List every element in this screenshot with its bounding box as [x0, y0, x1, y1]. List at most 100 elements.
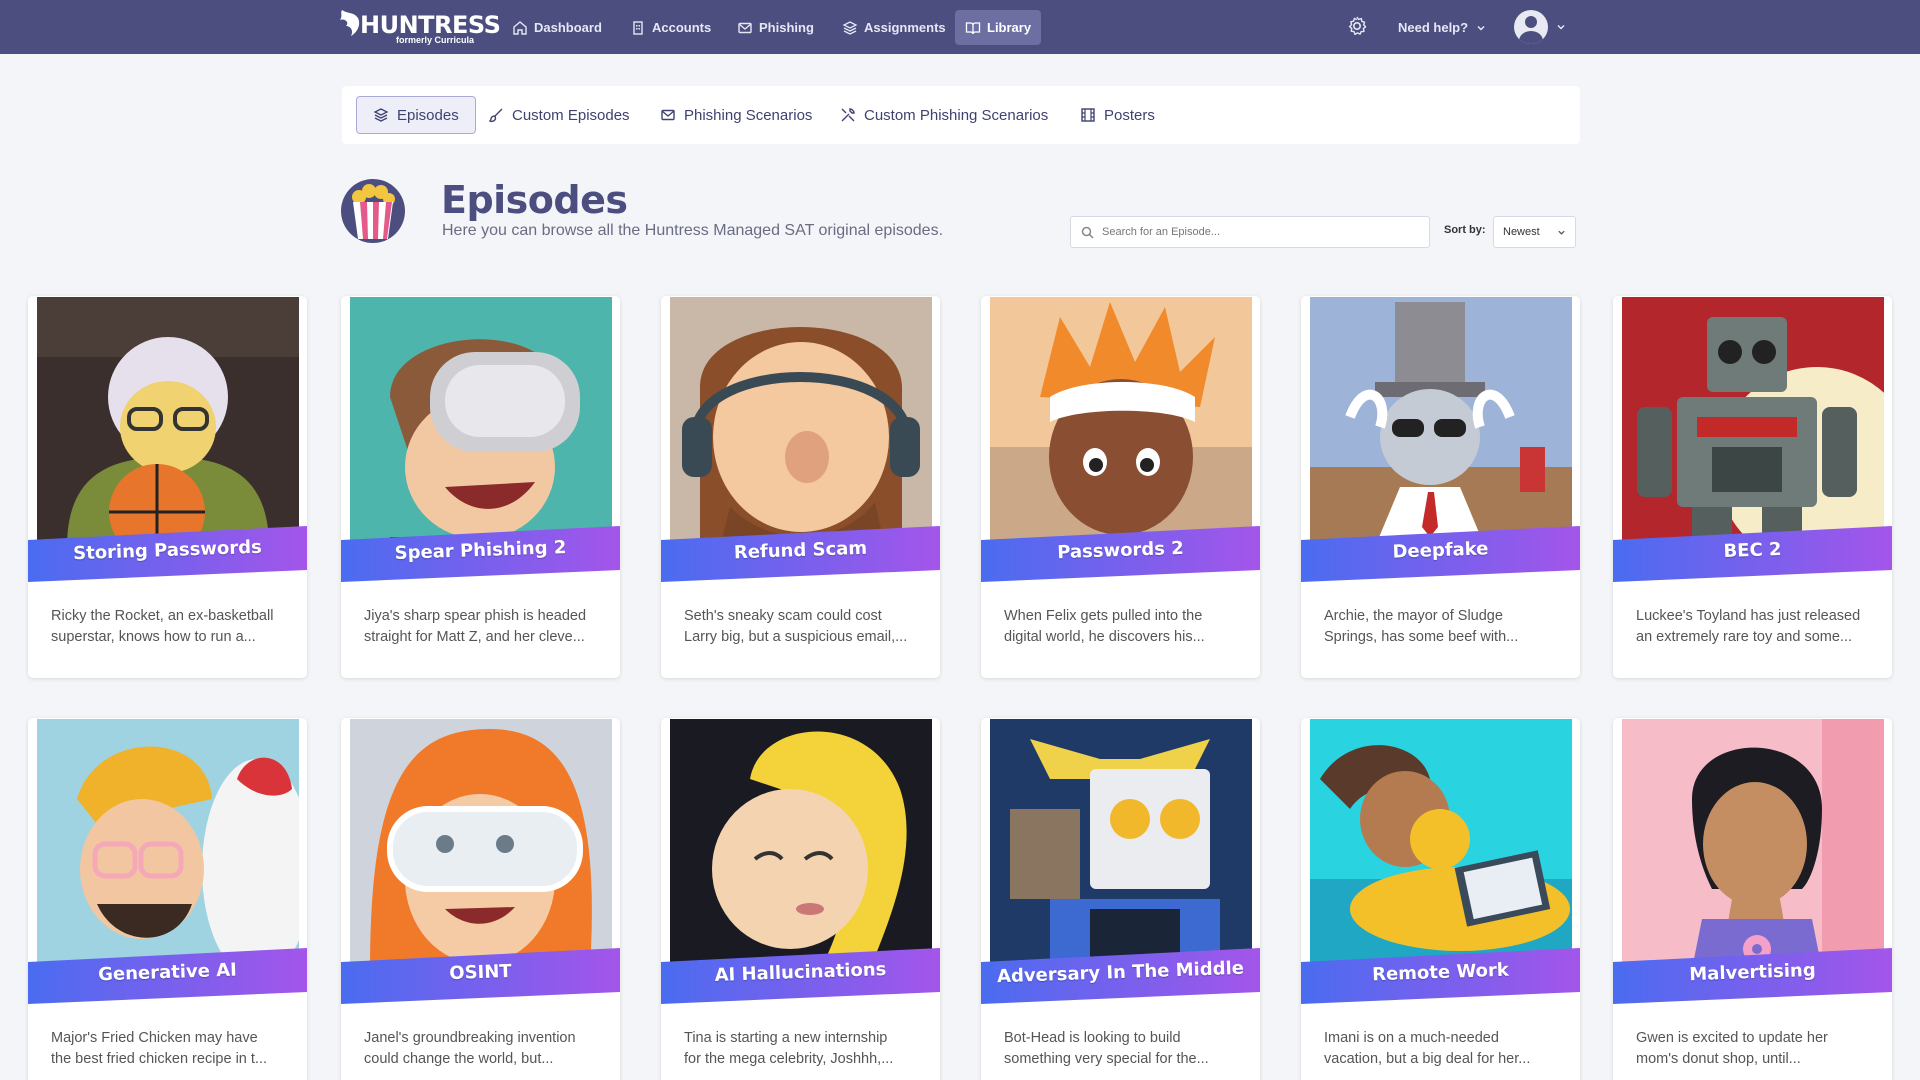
episode-card-refund-scam[interactable]: Refund Scam Seth's sneaky scam could cos… — [661, 296, 940, 678]
episode-description: Ricky the Rocket, an ex-basketball supers… — [51, 608, 274, 645]
episode-description: Seth's sneaky scam could cost Larry big, … — [684, 608, 908, 645]
brand-tagline: formerly Curricula — [396, 35, 475, 45]
episode-ribbon: Storing Passwords — [28, 526, 307, 582]
avatar — [1514, 10, 1548, 44]
library-tabs: Episodes Custom Episodes Phishing Scenar… — [342, 86, 1580, 144]
tab-custom-phishing-scenarios-label: Custom Phishing Scenarios — [864, 106, 1049, 124]
nav-accounts-label: Accounts — [652, 20, 712, 35]
tab-custom-episodes-label: Custom Episodes — [512, 106, 630, 124]
episode-ribbon: Spear Phishing 2 — [341, 526, 620, 582]
page-title: Episodes — [441, 178, 628, 222]
mail-icon — [661, 109, 675, 121]
layers-icon — [373, 108, 389, 122]
episode-ribbon: AI Hallucinations — [661, 948, 940, 1004]
episode-thumbnail — [350, 297, 612, 547]
help-label: Need help? — [1398, 20, 1469, 35]
home-icon — [513, 20, 527, 35]
episode-thumbnail — [670, 297, 932, 547]
episode-description: Luckee's Toyland has just released an ext… — [1636, 608, 1861, 645]
huntress-logo[interactable]: HUNTRESS formerly Curricula — [338, 8, 501, 46]
nav-assignments-label: Assignments — [864, 20, 946, 35]
episode-description: Archie, the mayor of Sludge Springs, has … — [1324, 608, 1519, 645]
episode-ribbon: Remote Work — [1301, 948, 1580, 1004]
episode-ribbon: Passwords 2 — [981, 526, 1260, 582]
chevron-down-icon — [1558, 230, 1565, 235]
episode-thumbnail — [37, 719, 299, 969]
episode-description: Major's Fried Chicken may have the best f… — [51, 1030, 267, 1067]
episode-card-storing-passwords[interactable]: Storing Passwords Ricky the Rocket, an e… — [28, 296, 307, 678]
episode-description: Bot-Head is looking to build something ve… — [1004, 1030, 1209, 1067]
episode-ribbon: BEC 2 — [1613, 526, 1892, 582]
search-input[interactable] — [1102, 226, 1422, 238]
episode-description: Imani is on a much-needed vacation, but a… — [1324, 1030, 1531, 1067]
episode-card-remote-work[interactable]: Remote Work Imani is on a much-needed vac… — [1301, 718, 1580, 1080]
episode-thumbnail — [1622, 297, 1884, 547]
search-icon — [1081, 226, 1094, 239]
episode-card-adversary-in-the-middle[interactable]: Adversary In The Middle Bot-Head is look… — [981, 718, 1260, 1080]
episode-thumbnail — [1310, 297, 1572, 547]
episode-ribbon: OSINT — [341, 948, 620, 1004]
popcorn-icon — [341, 179, 405, 243]
chevron-down-icon — [1557, 24, 1565, 30]
tab-custom-episodes[interactable]: Custom Episodes — [472, 96, 646, 134]
nav-library[interactable]: Library — [955, 10, 1042, 45]
nav-phishing[interactable]: Phishing — [727, 10, 824, 45]
tab-custom-phishing-scenarios[interactable]: Custom Phishing Scenarios — [824, 96, 1064, 134]
episode-ribbon: Deepfake — [1301, 526, 1580, 582]
mail-icon — [738, 22, 752, 33]
help-menu[interactable]: Need help? — [1398, 10, 1486, 45]
episode-ribbon: Generative AI — [28, 948, 307, 1004]
building-icon — [633, 20, 643, 35]
tab-episodes-label: Episodes — [397, 106, 459, 124]
nav-dashboard-label: Dashboard — [534, 20, 602, 35]
episode-thumbnail — [990, 719, 1252, 969]
tab-episodes[interactable]: Episodes — [356, 96, 476, 134]
episode-ribbon: Adversary In The Middle — [981, 948, 1260, 1004]
sort-label: Sort by: — [1444, 224, 1486, 236]
chevron-down-icon — [1477, 25, 1485, 31]
nav-assignments[interactable]: Assignments — [832, 10, 956, 45]
tools-icon — [841, 108, 855, 122]
episode-description: Gwen is excited to update her mom's donut… — [1636, 1030, 1828, 1067]
sort-select[interactable]: Newest — [1493, 216, 1576, 248]
gear-icon[interactable] — [1346, 15, 1368, 37]
tab-phishing-scenarios[interactable]: Phishing Scenarios — [644, 96, 828, 134]
nav-accounts[interactable]: Accounts — [620, 10, 721, 45]
film-icon — [1081, 108, 1095, 122]
page-subtitle: Here you can browse all the Huntress Man… — [442, 222, 944, 239]
brush-icon — [489, 108, 503, 123]
episode-card-bec-2[interactable]: BEC 2 Luckee's Toyland has just released… — [1613, 296, 1892, 678]
sort-value: Newest — [1503, 226, 1540, 238]
layers-icon — [842, 20, 858, 35]
episode-thumbnail — [1310, 719, 1572, 969]
episode-thumbnail — [350, 719, 612, 969]
episode-card-spear-phishing-2[interactable]: Spear Phishing 2 Jiya's sharp spear phis… — [341, 296, 620, 678]
episode-description: Jiya's sharp spear phish is headed straig… — [364, 608, 587, 645]
episode-thumbnail — [670, 719, 932, 969]
episode-card-generative-ai[interactable]: Generative AI Major's Fried Chicken may … — [28, 718, 307, 1080]
episode-card-ai-hallucinations[interactable]: AI Hallucinations Tina is starting a new… — [661, 718, 940, 1080]
episode-card-deepfake[interactable]: Deepfake Archie, the mayor of Sludge Spri… — [1301, 296, 1580, 678]
nav-library-label: Library — [987, 20, 1032, 35]
tab-posters[interactable]: Posters — [1064, 96, 1171, 134]
episode-ribbon: Refund Scam — [661, 526, 940, 582]
episode-ribbon: Malvertising — [1613, 948, 1892, 1004]
episode-description: Janel's groundbreaking invention could ch… — [364, 1030, 576, 1067]
nav-phishing-label: Phishing — [759, 20, 814, 35]
top-navbar: HUNTRESS formerly Curricula Dashboard Ac… — [0, 0, 1920, 54]
nav-dashboard[interactable]: Dashboard — [502, 10, 612, 45]
episode-thumbnail — [1622, 719, 1884, 969]
book-icon — [965, 21, 981, 34]
episode-description: When Felix gets pulled into the digital w… — [1004, 608, 1205, 645]
huntress-logo-icon — [340, 10, 360, 36]
user-menu[interactable] — [1514, 9, 1566, 45]
tab-phishing-scenarios-label: Phishing Scenarios — [684, 106, 813, 124]
episode-card-malvertising[interactable]: Malvertising Gwen is excited to update h… — [1613, 718, 1892, 1080]
episode-description: Tina is starting a new internship for the… — [684, 1030, 894, 1067]
search-box — [1070, 216, 1430, 248]
episode-thumbnail — [990, 297, 1252, 547]
episode-card-osint[interactable]: OSINT Janel's groundbreaking invention co… — [341, 718, 620, 1080]
episode-card-passwords-2[interactable]: Passwords 2 When Felix gets pulled into … — [981, 296, 1260, 678]
tab-posters-label: Posters — [1104, 106, 1155, 124]
episode-thumbnail — [37, 297, 299, 547]
